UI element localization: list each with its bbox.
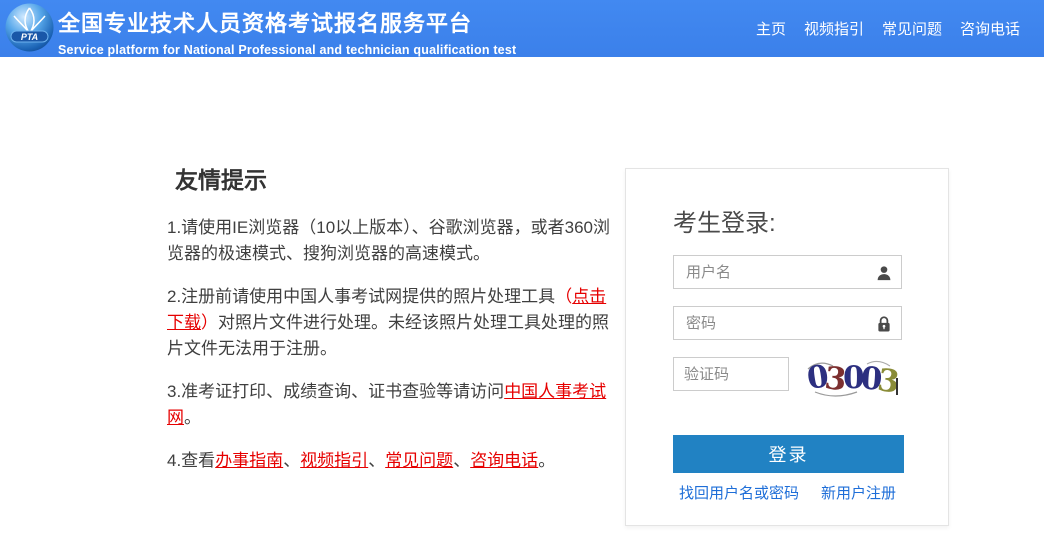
nav-link-hotline[interactable]: 咨询电话: [960, 18, 1020, 39]
captcha-field: [673, 357, 789, 391]
tip-text: 。: [538, 451, 556, 470]
login-heading: 考生登录:: [673, 210, 776, 237]
tip-text: 4.查看: [167, 451, 216, 470]
link-video-guide[interactable]: 视频指引: [300, 451, 368, 470]
tip-text: 3.准考证打印、成绩查询、证书查验等请访问: [167, 382, 505, 401]
red-paren-close: ）: [201, 313, 218, 332]
tip-text: 。: [184, 408, 201, 427]
pta-logo-icon: PTA: [5, 3, 54, 52]
tip-item-2: 2.注册前请使用中国人事考试网提供的照片处理工具（点击下载）对照片文件进行处理。…: [167, 284, 614, 362]
tip-separator: 、: [283, 451, 301, 470]
tip-text: 1.请使用IE浏览器（10以上版本）、谷歌浏览器，或者360浏览器的极速模式、搜…: [167, 218, 611, 263]
tips-section: 友情提示 1.请使用IE浏览器（10以上版本）、谷歌浏览器，或者360浏览器的极…: [167, 161, 614, 491]
tip-separator: 、: [368, 451, 386, 470]
page-subtitle: Service platform for National Profession…: [58, 43, 517, 57]
login-links-row: 找回用户名或密码 新用户注册: [673, 482, 904, 503]
link-service-guide[interactable]: 办事指南: [215, 451, 283, 470]
captcha-cursor-mark: [896, 378, 898, 395]
link-hotline[interactable]: 咨询电话: [470, 451, 538, 470]
nav-link-home[interactable]: 主页: [756, 18, 786, 39]
login-button[interactable]: 登录: [673, 435, 904, 473]
captcha-row: 0 3 0 0 3: [673, 355, 948, 399]
page-title: 全国专业技术人员资格考试报名服务平台: [58, 11, 473, 36]
nav-link-faq[interactable]: 常见问题: [882, 18, 942, 39]
top-nav: 主页 视频指引 常见问题 咨询电话: [756, 0, 1020, 57]
login-panel: 考生登录: 用户名 验证码 0 3 0 0 3 登录 找回用户名或密码 新用户注…: [625, 168, 949, 526]
tip-separator: 、: [453, 451, 471, 470]
register-link[interactable]: 新用户注册: [821, 482, 896, 503]
login-panel-inner: 考生登录: 用户名 验证码 0 3 0 0 3 登录 找回用户名或密码 新用户注…: [626, 169, 948, 503]
red-paren-open: （: [555, 287, 573, 306]
forgot-password-link[interactable]: 找回用户名或密码: [679, 482, 799, 503]
page: PTA 全国专业技术人员资格考试报名服务平台 Service platform …: [0, 0, 1044, 548]
tip-item-1: 1.请使用IE浏览器（10以上版本）、谷歌浏览器，或者360浏览器的极速模式、搜…: [167, 215, 614, 267]
username-input[interactable]: [674, 256, 901, 288]
tip-text: 2.注册前请使用中国人事考试网提供的照片处理工具: [167, 287, 556, 306]
title-block: 全国专业技术人员资格考试报名服务平台 Service platform for …: [58, 6, 516, 57]
username-field: [673, 255, 902, 289]
tip-item-4: 4.查看办事指南、视频指引、常见问题、咨询电话。: [167, 448, 614, 474]
tip-text: 对照片文件进行处理。未经该照片处理工具处理的照片文件无法用于注册。: [167, 313, 609, 358]
tips-heading: 友情提示: [175, 167, 267, 193]
password-input[interactable]: [674, 307, 901, 339]
password-field: [673, 306, 902, 340]
header-bar: PTA 全国专业技术人员资格考试报名服务平台 Service platform …: [0, 0, 1044, 57]
logo-text: PTA: [21, 32, 38, 42]
captcha-input[interactable]: [674, 358, 788, 390]
tip-item-3: 3.准考证打印、成绩查询、证书查验等请访问中国人事考试网。: [167, 379, 614, 431]
nav-link-video-guide[interactable]: 视频指引: [804, 18, 864, 39]
captcha-image[interactable]: 0 3 0 0 3: [803, 355, 901, 399]
link-faq[interactable]: 常见问题: [385, 451, 453, 470]
